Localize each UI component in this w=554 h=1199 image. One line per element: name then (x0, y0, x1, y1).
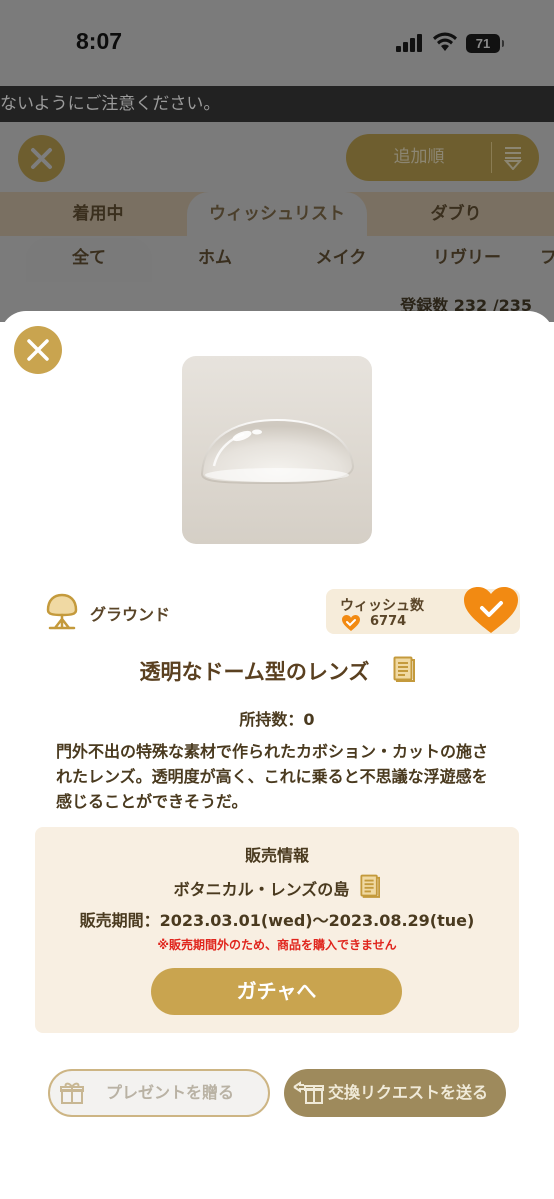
present-button[interactable]: プレゼントを贈る (48, 1069, 270, 1117)
subtab-all: 全て (26, 238, 152, 282)
heart-check-icon (342, 615, 360, 631)
sales-info-title: 販売情報 (244, 846, 309, 865)
clock: 8:07 (76, 28, 123, 54)
subtab-home: ホム (198, 248, 232, 268)
gift-icon (60, 1082, 84, 1104)
dome-lens-image (200, 418, 355, 485)
wish-count: 6774 (370, 614, 407, 629)
present-label: プレゼントを贈る (106, 1083, 235, 1102)
sort-label: 追加順 (393, 147, 445, 167)
wishlist-heart-button[interactable] (462, 585, 520, 635)
subtab-makeup: メイク (315, 248, 367, 268)
item-name: 透明なドーム型のレンズ (139, 660, 370, 684)
close-button[interactable] (14, 326, 62, 374)
tab-duplicates: ダブり (430, 204, 482, 224)
close-icon (31, 148, 52, 169)
exchange-request-button[interactable]: 交換リクエストを送る (284, 1069, 506, 1117)
sort-icon (504, 147, 522, 170)
ground-category-icon (46, 593, 78, 630)
battery-indicator: 71 (466, 34, 504, 53)
sort-dropdown: 追加順 (346, 134, 539, 181)
status-bar: 8:07 71 (0, 0, 554, 86)
subtab-cut-off: フ (540, 248, 554, 268)
sales-location-name: ボタニカル・レンズの島 (173, 880, 350, 899)
wifi-icon (433, 32, 457, 51)
item-title-row: 透明なドーム型のレンズ (0, 656, 554, 690)
divider (491, 142, 492, 173)
category-label: グラウンド (90, 605, 171, 624)
close-icon (27, 339, 49, 361)
notice-banner: ないようにご注意ください。 (0, 86, 554, 122)
sales-period: 販売期間：2023.03.01(wed)〜2023.08.29(tue) (79, 911, 475, 930)
subtab-livly: リヴリー (433, 248, 501, 268)
sales-warning: ※販売期間外のため、商品を購入できません (157, 938, 397, 952)
tab-wearing: 着用中 (72, 204, 124, 224)
exchange-gift-icon (293, 1081, 324, 1104)
item-image (182, 356, 372, 544)
document-icon[interactable] (360, 874, 381, 902)
owned-count: 所持数：0 (239, 710, 315, 729)
background-close-button (18, 135, 65, 182)
wish-label: ウィッシュ数 (340, 598, 424, 614)
exchange-label: 交換リクエストを送る (328, 1083, 489, 1102)
tab-wishlist: ウィッシュリスト (187, 192, 367, 236)
item-description: 門外不出の特殊な素材で作られたカボション・カットの施されたレンズ。透明度が高く、… (56, 742, 489, 811)
sales-location: ボタニカル・レンズの島 (0, 874, 554, 900)
cellular-signal-icon (396, 34, 422, 52)
gacha-button[interactable]: ガチャへ (151, 968, 402, 1015)
document-icon[interactable] (393, 656, 415, 686)
